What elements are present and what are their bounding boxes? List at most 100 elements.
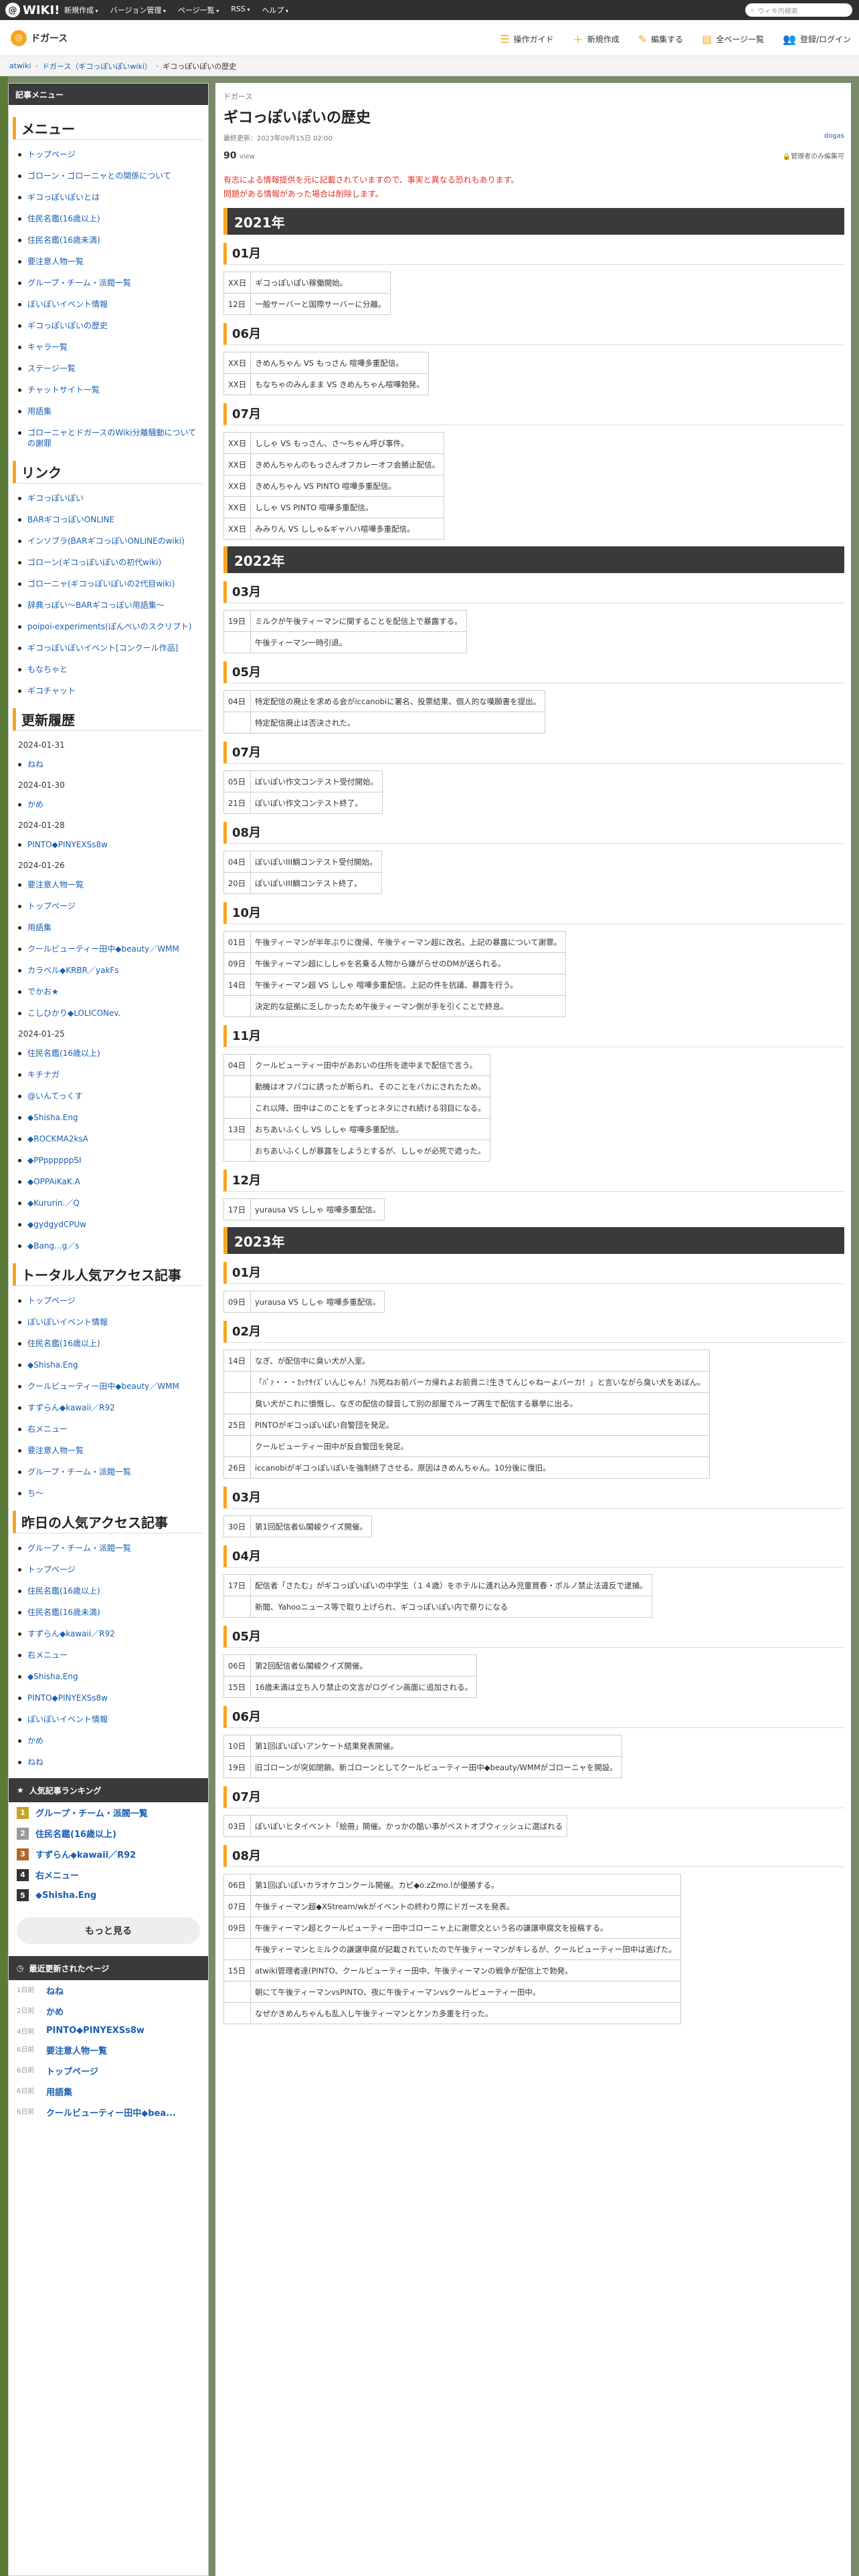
recent-item[interactable]: 1日前 ねね bbox=[9, 1980, 208, 2001]
update-item[interactable]: キチナガ bbox=[9, 1069, 208, 1080]
breadcrumb-atwiki[interactable]: atwiki bbox=[9, 62, 31, 70]
sidebar-menu-item[interactable]: キャラ一覧 bbox=[9, 342, 208, 352]
sidebar-link-item[interactable]: BARギコっぽいONLINE bbox=[9, 514, 208, 525]
update-item[interactable]: ◆ROCKMA2ksA bbox=[9, 1134, 208, 1144]
ranking-item[interactable]: 1 グループ・チーム・派閥一覧 bbox=[9, 1802, 208, 1823]
sidebar-menu-item[interactable]: ゴローン・ゴローニャとの関係について bbox=[9, 171, 208, 181]
sidebar-menu-item[interactable]: チャットサイト一覧 bbox=[9, 385, 208, 395]
yesterday-popular-item[interactable]: ぽいぽいイベント情報 bbox=[9, 1714, 208, 1725]
update-item[interactable]: カラベル◆KRBR／yakFs bbox=[9, 965, 208, 976]
total-popular-item[interactable]: 右メニュー bbox=[9, 1424, 208, 1434]
sidebar-menu-item[interactable]: グループ・チーム・派閥一覧 bbox=[9, 278, 208, 288]
sidebar-link-item[interactable]: ギコっぽいぽい bbox=[9, 493, 208, 504]
sidebar-menu-item[interactable]: ステージ一覧 bbox=[9, 363, 208, 374]
sidebar-link-item[interactable]: 辞典っぽい〜BARギコっぽい用語集〜 bbox=[9, 600, 208, 611]
atwiki-logo[interactable]: @ WIKI! bbox=[0, 0, 60, 20]
yesterday-popular-item[interactable]: トップページ bbox=[9, 1564, 208, 1575]
update-item[interactable]: 要注意人物一覧 bbox=[9, 879, 208, 890]
wiki-title[interactable]: ◎ ドガース bbox=[0, 29, 68, 46]
update-item[interactable]: ◆OPPAiKaK.A bbox=[9, 1176, 208, 1187]
update-item[interactable]: ◆Bang...g／s bbox=[9, 1241, 208, 1251]
all-pages-button[interactable]: ▤ 全ページ一覧 bbox=[702, 31, 764, 47]
total-popular-item[interactable]: すずらん◆kawaii／R92 bbox=[9, 1402, 208, 1413]
yesterday-popular-item[interactable]: 右メニュー bbox=[9, 1650, 208, 1660]
author-link[interactable]: dogas bbox=[824, 132, 844, 142]
yesterday-popular-item[interactable]: グループ・チーム・派閥一覧 bbox=[9, 1543, 208, 1553]
total-popular-item[interactable]: ぽいぽいイベント情報 bbox=[9, 1317, 208, 1327]
update-item[interactable]: ◆PPppppppSI bbox=[9, 1155, 208, 1166]
yesterday-popular-item[interactable]: 住民名鑑(16歳以上) bbox=[9, 1586, 208, 1596]
ranking-item[interactable]: 5 ◆Shisha.Eng bbox=[9, 1885, 208, 1905]
yesterday-popular-item[interactable]: 住民名鑑(16歳未満) bbox=[9, 1607, 208, 1618]
update-item[interactable]: クールビューティー田中◆beauty／WMM bbox=[9, 944, 208, 954]
sidebar-link-item[interactable]: ギコチャット bbox=[9, 685, 208, 696]
recent-item[interactable]: 6日前 クールビューティー田中◆bea... bbox=[9, 2102, 208, 2123]
update-item[interactable]: PINTO◆PINYEXSs8w bbox=[9, 839, 208, 850]
total-popular-item[interactable]: グループ・チーム・派閥一覧 bbox=[9, 1467, 208, 1477]
sidebar-menu-item[interactable]: トップページ bbox=[9, 149, 208, 160]
update-item[interactable]: トップページ bbox=[9, 901, 208, 911]
yesterday-popular-item[interactable]: PINTO◆PINYEXSs8w bbox=[9, 1693, 208, 1703]
sidebar-link-item[interactable]: もなちゃと bbox=[9, 664, 208, 675]
recent-item[interactable]: 2日前 かめ bbox=[9, 2001, 208, 2022]
sidebar-menu-item[interactable]: 用語集 bbox=[9, 406, 208, 417]
update-item[interactable]: @いんてっくす bbox=[9, 1091, 208, 1101]
update-item[interactable]: かめ bbox=[9, 799, 208, 810]
breadcrumb-wiki[interactable]: ドガース（ギコっぽいぽいwiki） bbox=[42, 61, 152, 72]
sidebar-menu-item[interactable]: ぽいぽいイベント情報 bbox=[9, 299, 208, 310]
sidebar-link-item[interactable]: ギコっぽいぽいイベント[コンクール作品] bbox=[9, 643, 208, 653]
menu-new[interactable]: 新規作成 bbox=[64, 5, 98, 15]
total-popular-item[interactable]: 住民名鑑(16歳以上) bbox=[9, 1338, 208, 1349]
total-popular-item[interactable]: ◆Shisha.Eng bbox=[9, 1360, 208, 1370]
menu-version[interactable]: バージョン管理 bbox=[110, 5, 166, 15]
update-item[interactable]: こしひかり◆LOLICONev. bbox=[9, 1008, 208, 1018]
total-popular-item[interactable]: クールビューティー田中◆beauty／WMM bbox=[9, 1381, 208, 1392]
history-event: きめんちゃん VS もっさん 喧嘩多重配信。 bbox=[250, 352, 429, 374]
sidebar-menu-item[interactable]: 住民名鑑(16歳未満) bbox=[9, 235, 208, 245]
search-input[interactable]: ⌕ ウィキ内検索 bbox=[745, 3, 852, 17]
history-event: 第1回ぽいぽいアンケート結果発表開催。 bbox=[250, 1735, 622, 1757]
update-item[interactable]: 用語集 bbox=[9, 922, 208, 933]
update-item[interactable]: ◆gydgydCPUw bbox=[9, 1219, 208, 1230]
guide-button[interactable]: ☰ 操作ガイド bbox=[500, 31, 553, 47]
total-popular-item[interactable]: トップページ bbox=[9, 1295, 208, 1306]
recent-item[interactable]: 4日前 PINTO◆PINYEXSs8w bbox=[9, 2022, 208, 2040]
ranking-item[interactable]: 3 すずらん◆kawaii／R92 bbox=[9, 1844, 208, 1864]
recent-item[interactable]: 6日前 要注意人物一覧 bbox=[9, 2040, 208, 2060]
yesterday-popular-item[interactable]: すずらん◆kawaii／R92 bbox=[9, 1628, 208, 1639]
sidebar-menu-item[interactable]: 要注意人物一覧 bbox=[9, 256, 208, 267]
create-button[interactable]: ＋新規作成 bbox=[573, 31, 619, 47]
sidebar-menu-item[interactable]: ゴローニャとドガースのWiki分離騒動についての謝罪 bbox=[9, 427, 208, 449]
update-item[interactable]: ねね bbox=[9, 759, 208, 770]
edit-button[interactable]: ✎ 編集する bbox=[638, 31, 683, 47]
update-item[interactable]: ◆Shisha.Eng bbox=[9, 1112, 208, 1123]
sidebar-menu-item[interactable]: 住民名鑑(16歳以上) bbox=[9, 213, 208, 224]
history-day: XX日 bbox=[223, 352, 252, 374]
ranking-item[interactable]: 4 右メニュー bbox=[9, 1864, 208, 1885]
recent-item[interactable]: 6日前 トップページ bbox=[9, 2060, 208, 2081]
sidebar-link-item[interactable]: poipoi-experiments(ぽんぺいのスクリプト) bbox=[9, 621, 208, 632]
ranking-item[interactable]: 2 住民名鑑(16歳以上) bbox=[9, 1823, 208, 1844]
update-item[interactable]: 住民名鑑(16歳以上) bbox=[9, 1048, 208, 1059]
sidebar-link-item[interactable]: ゴローン(ギコっぽいぽいの初代wiki) bbox=[9, 557, 208, 568]
total-popular-item[interactable]: 要注意人物一覧 bbox=[9, 1445, 208, 1456]
total-popular-item[interactable]: ち〜 bbox=[9, 1488, 208, 1499]
history-row: おちあいふくしが暴露をしようとするが、ししゃが必死で遮った。 bbox=[223, 1140, 490, 1162]
sidebar-menu-item[interactable]: ギコっぽいぽいとは bbox=[9, 192, 208, 203]
yesterday-popular-item[interactable]: かめ bbox=[9, 1735, 208, 1746]
menu-rss[interactable]: RSS bbox=[231, 5, 250, 15]
more-button[interactable]: もっと見る bbox=[17, 1917, 200, 1944]
menu-help[interactable]: ヘルプ bbox=[262, 5, 288, 15]
update-item[interactable]: ◆Kururin.／Q bbox=[9, 1198, 208, 1208]
yesterday-popular-item[interactable]: ねね bbox=[9, 1757, 208, 1767]
sidebar-link-item[interactable]: インソブラ(BARギコっぽいONLINEのwiki) bbox=[9, 536, 208, 546]
history-row: 17日 yurausa VS ししゃ 喧嘩多重配信。 bbox=[223, 1198, 385, 1220]
menu-pages[interactable]: ページ一覧 bbox=[178, 5, 219, 15]
update-item[interactable]: でかお★ bbox=[9, 986, 208, 997]
yesterday-popular-item[interactable]: ◆Shisha.Eng bbox=[9, 1671, 208, 1682]
login-button[interactable]: 👥 登録/ログイン bbox=[783, 31, 851, 47]
sidebar-menu-item[interactable]: ギコっぽいぽいの歴史 bbox=[9, 320, 208, 331]
category-link[interactable]: ドガース bbox=[223, 91, 844, 102]
sidebar-link-item[interactable]: ゴローニャ(ギコっぽいぽいの2代目wiki) bbox=[9, 578, 208, 589]
recent-item[interactable]: 6日前 用語集 bbox=[9, 2081, 208, 2102]
